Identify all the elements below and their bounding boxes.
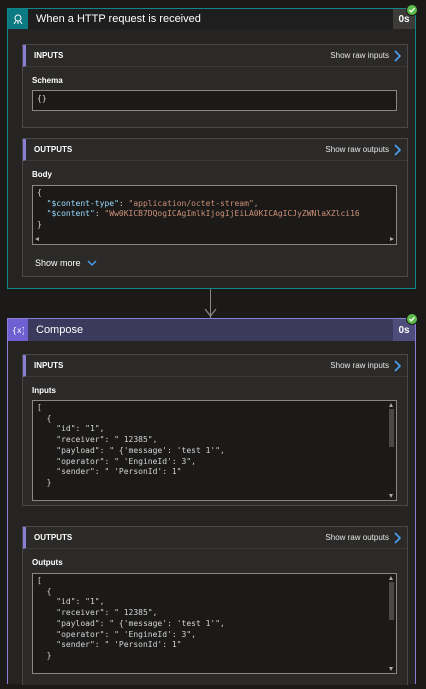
show-more-label: Show more xyxy=(35,258,81,268)
compose-header[interactable]: {x} Compose 0s xyxy=(8,319,415,341)
json-key: "operator" xyxy=(56,456,105,466)
schema-label: Schema xyxy=(32,76,63,85)
compose-inputs-header: INPUTS Show raw inputs xyxy=(23,355,407,377)
inputs-label: Inputs xyxy=(32,386,56,395)
code-line: "operator": " 'EngineId': 3", xyxy=(56,629,196,639)
compose-outputs-header: OUTPUTS Show raw outputs xyxy=(23,527,407,549)
body-label: Body xyxy=(32,170,52,179)
scroll-thumb[interactable] xyxy=(389,582,394,620)
section-title: INPUTS xyxy=(34,51,64,60)
outputs-code-box[interactable]: [ { "id": "1", "receiver": " 12385", "pa… xyxy=(32,573,397,674)
code-line: "receiver": " 12385", xyxy=(56,608,158,618)
http-request-icon xyxy=(8,9,28,29)
json-value: " 'EngineId': 3", xyxy=(114,629,196,639)
json-key: "sender" xyxy=(56,640,95,650)
json-value: " 12385", xyxy=(114,608,158,618)
scroll-left-icon[interactable] xyxy=(35,237,39,241)
json-value: " 'EngineId': 3", xyxy=(114,456,196,466)
show-raw-outputs-link[interactable]: Show raw outputs xyxy=(325,533,389,542)
code-line: "sender": " 'PersonId': 1" xyxy=(56,467,182,477)
section-title: OUTPUTS xyxy=(34,145,73,154)
svg-text:{x}: {x} xyxy=(12,326,24,335)
schema-field[interactable]: {} xyxy=(32,90,397,111)
chevron-right-icon[interactable] xyxy=(393,359,403,373)
compose-icon: {x} xyxy=(8,319,28,341)
code-line: "payload": " {'message': 'test 1'", xyxy=(56,445,225,455)
json-key: "payload" xyxy=(56,445,100,455)
chevron-right-icon[interactable] xyxy=(393,531,403,545)
scroll-right-icon[interactable] xyxy=(390,237,394,241)
section-title: OUTPUTS xyxy=(34,533,73,542)
scroll-down-icon[interactable] xyxy=(389,494,393,498)
code-line: { xyxy=(37,188,42,197)
success-check-icon xyxy=(406,4,418,16)
trigger-outputs-header: OUTPUTS Show raw outputs xyxy=(23,139,407,161)
compose-card: {x} Compose 0s INPUTS Show raw inputs In… xyxy=(7,318,416,685)
success-check-icon xyxy=(406,313,418,325)
json-value: " {'message': 'test 1'", xyxy=(109,618,225,628)
json-key: "operator" xyxy=(56,629,105,639)
code-line: "$content": "Ww0KICB7DQogICAgImlkIjogIjE… xyxy=(46,209,360,219)
trigger-inputs-header: INPUTS Show raw inputs xyxy=(23,45,407,67)
json-value: " 'PersonId': 1" xyxy=(104,640,182,650)
code-line: } xyxy=(37,220,42,230)
flow-run-canvas: When a HTTP request is received 0s INPUT… xyxy=(0,0,426,689)
show-raw-inputs-link[interactable]: Show raw inputs xyxy=(330,361,389,370)
trigger-header[interactable]: When a HTTP request is received 0s xyxy=(8,9,415,29)
show-raw-outputs-link[interactable]: Show raw outputs xyxy=(325,145,389,154)
scroll-down-icon[interactable] xyxy=(389,667,393,671)
code-line: "receiver": " 12385", xyxy=(56,435,158,445)
json-value: "1", xyxy=(85,424,105,434)
code-line: [ xyxy=(37,403,42,412)
code-line: [ xyxy=(37,576,42,585)
compose-outputs-section: OUTPUTS Show raw outputs Outputs [ { "id… xyxy=(22,526,408,685)
chevron-right-icon[interactable] xyxy=(393,49,403,63)
json-value: " 12385", xyxy=(114,435,158,445)
section-title: INPUTS xyxy=(34,361,64,370)
code-line: } xyxy=(37,650,52,660)
code-line: "$content-type": "application/octet-stre… xyxy=(46,198,259,208)
json-value: "1", xyxy=(85,597,105,607)
json-key: "$content-type" xyxy=(46,198,119,208)
chevron-right-icon[interactable] xyxy=(393,143,403,157)
code-line: "payload": " {'message': 'test 1'", xyxy=(56,618,225,628)
json-key: "sender" xyxy=(56,467,95,477)
scroll-thumb[interactable] xyxy=(389,409,394,447)
chevron-down-icon xyxy=(87,258,97,268)
code-line: } xyxy=(37,477,52,487)
json-key: "receiver" xyxy=(56,608,105,618)
json-key: "$content" xyxy=(46,209,95,219)
compose-inputs-section: INPUTS Show raw inputs Inputs [ { "id": … xyxy=(22,354,408,506)
outputs-label: Outputs xyxy=(32,558,63,567)
compose-title: Compose xyxy=(36,324,84,336)
json-key: "id" xyxy=(56,424,76,434)
code-line: "operator": " 'EngineId': 3", xyxy=(56,456,196,466)
code-line: "sender": " 'PersonId': 1" xyxy=(56,640,182,650)
show-more-button[interactable]: Show more xyxy=(35,258,97,268)
code-line: "id": "1", xyxy=(56,597,105,607)
trigger-inputs-section: INPUTS Show raw inputs Schema {} xyxy=(22,44,408,128)
trigger-title: When a HTTP request is received xyxy=(36,13,201,25)
horizontal-scrollbar[interactable] xyxy=(33,235,396,244)
vertical-scrollbar[interactable] xyxy=(387,574,396,673)
json-value: "application/octet-stream", xyxy=(128,198,259,208)
scroll-up-icon[interactable] xyxy=(389,576,393,580)
trigger-outputs-section: OUTPUTS Show raw outputs Body { "$conten… xyxy=(22,138,408,277)
scroll-up-icon[interactable] xyxy=(389,403,393,407)
json-key: "id" xyxy=(56,597,76,607)
code-line: { xyxy=(37,413,52,423)
json-value: "Ww0KICB7DQogICAgImlkIjogIjEiLA0KICAgICJ… xyxy=(104,209,360,219)
show-raw-inputs-link[interactable]: Show raw inputs xyxy=(330,51,389,60)
vertical-scrollbar[interactable] xyxy=(387,401,396,500)
json-value: " {'message': 'test 1'", xyxy=(109,445,225,455)
inputs-code-box[interactable]: [ { "id": "1", "receiver": " 12385", "pa… xyxy=(32,400,397,501)
code-line: "id": "1", xyxy=(56,424,105,434)
json-key: "receiver" xyxy=(56,435,105,445)
json-value: " 'PersonId': 1" xyxy=(104,467,182,477)
json-key: "payload" xyxy=(56,618,100,628)
body-code-box[interactable]: { "$content-type": "application/octet-st… xyxy=(32,185,397,245)
trigger-card: When a HTTP request is received 0s INPUT… xyxy=(7,8,416,289)
schema-value: {} xyxy=(37,94,47,103)
code-line: { xyxy=(37,586,52,596)
